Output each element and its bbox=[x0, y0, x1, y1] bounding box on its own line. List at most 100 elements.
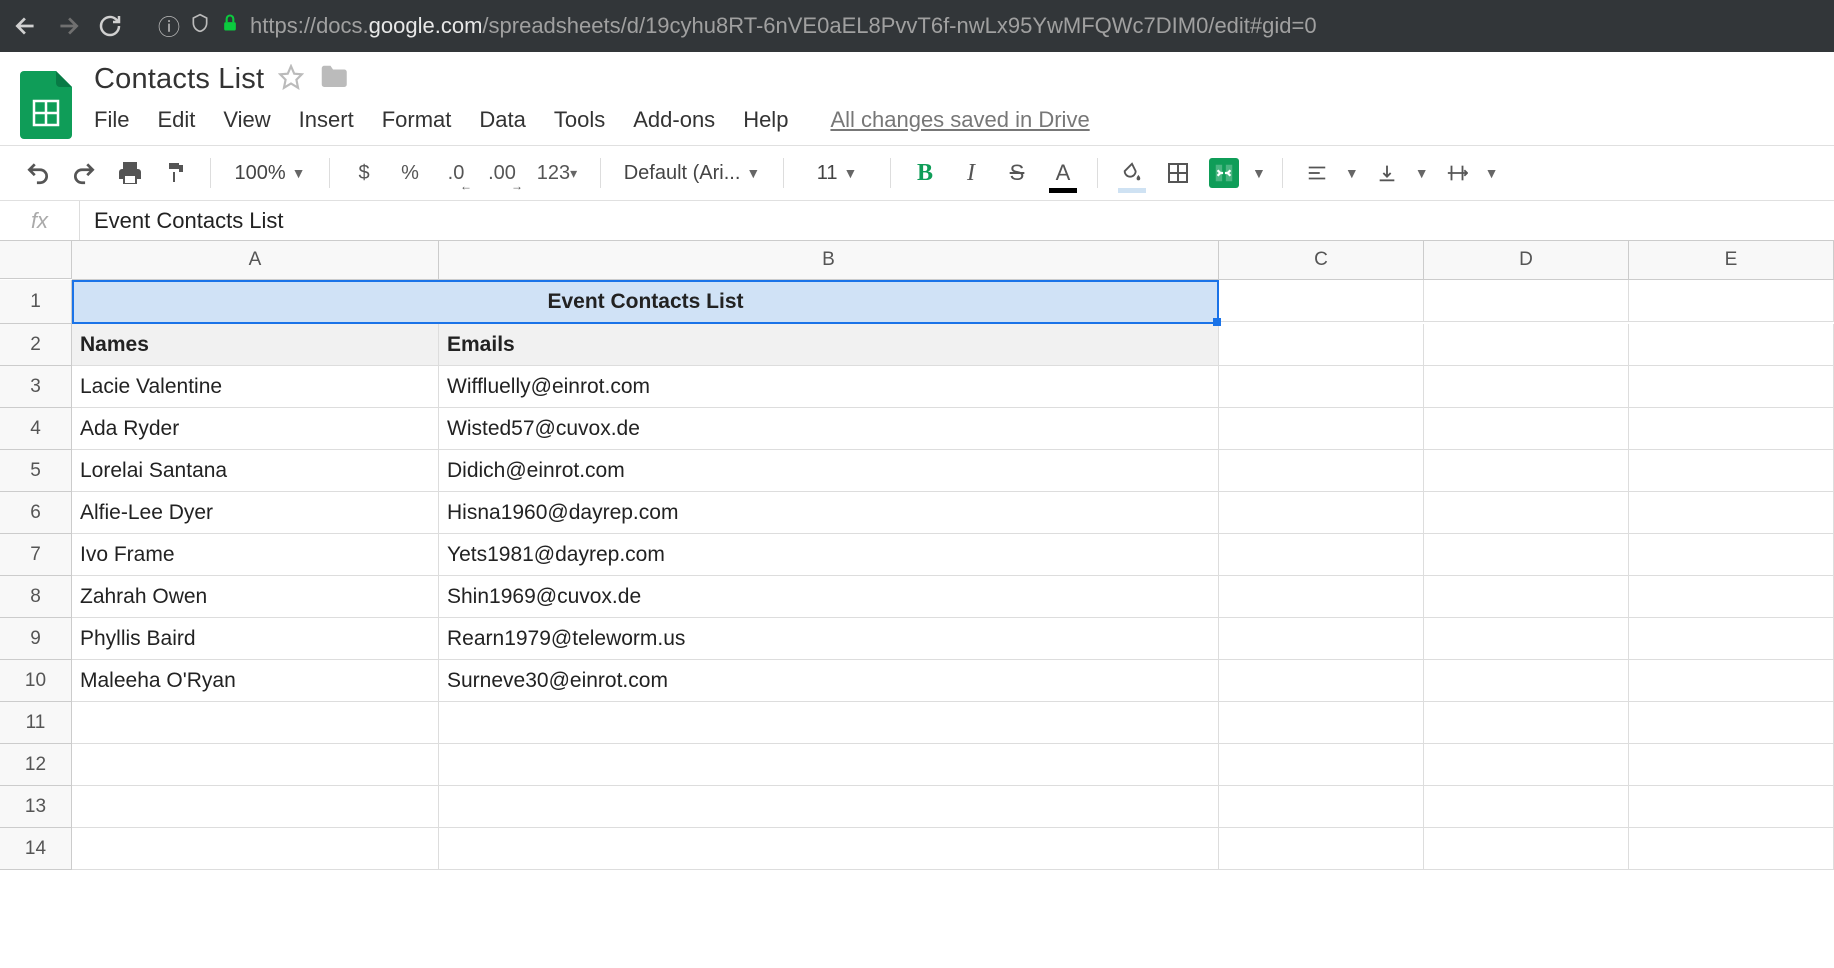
row-header[interactable]: 3 bbox=[0, 366, 71, 408]
cell[interactable] bbox=[1219, 702, 1424, 744]
cell-email[interactable]: Hisna1960@dayrep.com bbox=[439, 492, 1219, 534]
cell-email[interactable]: Wiffluelly@einrot.com bbox=[439, 366, 1219, 408]
cell[interactable] bbox=[1219, 828, 1424, 870]
row-header[interactable]: 1 bbox=[0, 280, 71, 324]
cell[interactable] bbox=[1424, 534, 1629, 576]
cell[interactable] bbox=[72, 786, 439, 828]
save-status[interactable]: All changes saved in Drive bbox=[830, 107, 1089, 133]
folder-icon[interactable] bbox=[318, 62, 348, 97]
reload-button[interactable] bbox=[96, 12, 124, 40]
menu-data[interactable]: Data bbox=[479, 107, 525, 133]
cell[interactable] bbox=[72, 702, 439, 744]
valign-button[interactable] bbox=[1369, 155, 1405, 191]
col-header-a[interactable]: A bbox=[72, 241, 439, 279]
cell[interactable] bbox=[1629, 828, 1834, 870]
cell[interactable] bbox=[1219, 618, 1424, 660]
cell[interactable] bbox=[1629, 744, 1834, 786]
font-size-select[interactable]: 11▼ bbox=[800, 162, 874, 185]
col-header-e[interactable]: E bbox=[1629, 241, 1834, 279]
cell[interactable] bbox=[1629, 450, 1834, 492]
cell[interactable] bbox=[72, 828, 439, 870]
star-icon[interactable] bbox=[278, 64, 304, 95]
cell-name[interactable]: Zahrah Owen bbox=[72, 576, 439, 618]
menu-addons[interactable]: Add-ons bbox=[633, 107, 715, 133]
cell-name[interactable]: Maleeha O'Ryan bbox=[72, 660, 439, 702]
print-button[interactable] bbox=[112, 155, 148, 191]
cell[interactable] bbox=[1629, 660, 1834, 702]
row-header[interactable]: 9 bbox=[0, 618, 71, 660]
cell-name[interactable]: Lorelai Santana bbox=[72, 450, 439, 492]
text-color-button[interactable]: A bbox=[1045, 155, 1081, 191]
decrease-decimal[interactable]: .0← bbox=[438, 155, 474, 191]
cell[interactable] bbox=[1219, 786, 1424, 828]
url-bar[interactable]: ⓘ https://docs.google.com/spreadsheets/d… bbox=[158, 10, 1822, 42]
paint-format-button[interactable] bbox=[158, 155, 194, 191]
format-currency[interactable]: $ bbox=[346, 155, 382, 191]
row-header[interactable]: 8 bbox=[0, 576, 71, 618]
cell[interactable] bbox=[1424, 408, 1629, 450]
cell[interactable] bbox=[1219, 576, 1424, 618]
col-header-c[interactable]: C bbox=[1219, 241, 1424, 279]
forward-button[interactable] bbox=[54, 12, 82, 40]
increase-decimal[interactable]: .00→ bbox=[484, 155, 520, 191]
cell[interactable] bbox=[1629, 366, 1834, 408]
merge-dropdown[interactable]: ▼ bbox=[1252, 165, 1266, 181]
cell-email[interactable]: Wisted57@cuvox.de bbox=[439, 408, 1219, 450]
cell[interactable] bbox=[1219, 408, 1424, 450]
merge-cells-button[interactable] bbox=[1206, 155, 1242, 191]
cell-name[interactable]: Ada Ryder bbox=[72, 408, 439, 450]
menu-tools[interactable]: Tools bbox=[554, 107, 605, 133]
cell[interactable] bbox=[1629, 786, 1834, 828]
italic-button[interactable]: I bbox=[953, 155, 989, 191]
selection-handle[interactable] bbox=[1213, 318, 1221, 326]
row-header[interactable]: 12 bbox=[0, 744, 71, 786]
cell[interactable] bbox=[1424, 744, 1629, 786]
redo-button[interactable] bbox=[66, 155, 102, 191]
cell[interactable] bbox=[1219, 450, 1424, 492]
cell[interactable] bbox=[1629, 492, 1834, 534]
menu-format[interactable]: Format bbox=[382, 107, 452, 133]
menu-insert[interactable]: Insert bbox=[299, 107, 354, 133]
strikethrough-button[interactable]: S bbox=[999, 155, 1035, 191]
back-button[interactable] bbox=[12, 12, 40, 40]
cell-email[interactable]: Shin1969@cuvox.de bbox=[439, 576, 1219, 618]
cell[interactable] bbox=[1424, 450, 1629, 492]
cell[interactable] bbox=[1629, 576, 1834, 618]
col-header-b[interactable]: B bbox=[439, 241, 1219, 279]
cell-name[interactable]: Phyllis Baird bbox=[72, 618, 439, 660]
cell-email[interactable]: Didich@einrot.com bbox=[439, 450, 1219, 492]
cell-a2[interactable]: Names bbox=[72, 324, 439, 366]
cell[interactable] bbox=[439, 828, 1219, 870]
cell[interactable] bbox=[1424, 324, 1629, 366]
format-percent[interactable]: % bbox=[392, 155, 428, 191]
menu-help[interactable]: Help bbox=[743, 107, 788, 133]
row-header[interactable]: 7 bbox=[0, 534, 71, 576]
formula-input[interactable]: Event Contacts List bbox=[80, 208, 1834, 234]
cell-email[interactable]: Surneve30@einrot.com bbox=[439, 660, 1219, 702]
row-header[interactable]: 5 bbox=[0, 450, 71, 492]
cell[interactable] bbox=[1629, 280, 1834, 322]
wrap-button[interactable] bbox=[1439, 155, 1475, 191]
undo-button[interactable] bbox=[20, 155, 56, 191]
cell[interactable] bbox=[1219, 280, 1424, 322]
cell[interactable] bbox=[1629, 408, 1834, 450]
cell-b2[interactable]: Emails bbox=[439, 324, 1219, 366]
row-header[interactable]: 14 bbox=[0, 828, 71, 870]
cell[interactable] bbox=[1219, 324, 1424, 366]
row-header[interactable]: 4 bbox=[0, 408, 71, 450]
cell-a1-merged[interactable]: Event Contacts List bbox=[72, 280, 1219, 324]
zoom-select[interactable]: 100%▼ bbox=[227, 162, 313, 185]
menu-file[interactable]: File bbox=[94, 107, 129, 133]
row-header[interactable]: 11 bbox=[0, 702, 71, 744]
cell-name[interactable]: Lacie Valentine bbox=[72, 366, 439, 408]
cell[interactable] bbox=[1424, 786, 1629, 828]
cell[interactable] bbox=[439, 702, 1219, 744]
font-select[interactable]: Default (Ari...▼ bbox=[617, 162, 767, 185]
cell[interactable] bbox=[1629, 702, 1834, 744]
col-header-d[interactable]: D bbox=[1424, 241, 1629, 279]
cell[interactable] bbox=[1219, 744, 1424, 786]
cell[interactable] bbox=[439, 744, 1219, 786]
cell[interactable] bbox=[1219, 534, 1424, 576]
doc-title[interactable]: Contacts List bbox=[94, 63, 264, 96]
cell-name[interactable]: Ivo Frame bbox=[72, 534, 439, 576]
